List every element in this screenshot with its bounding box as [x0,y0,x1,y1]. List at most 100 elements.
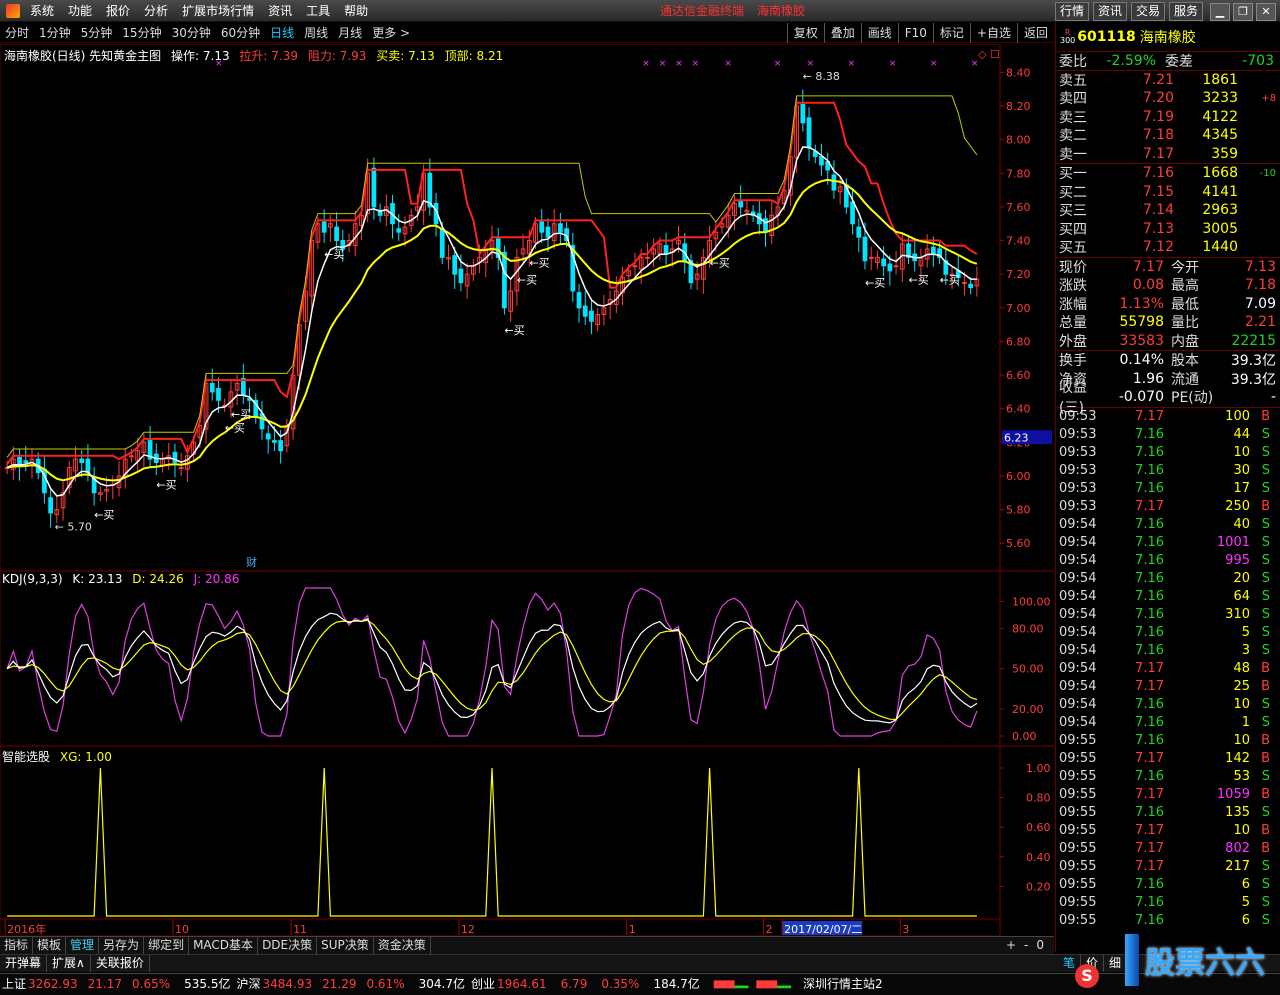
candle-body [129,455,134,458]
kdj-legend-k: K: 23.13 [72,572,123,586]
period-tab-timeshare[interactable]: 分时 [0,23,34,43]
ask-level-label: 卖一 [1059,146,1087,163]
restore-icon[interactable]: ❐ [1233,2,1253,21]
tick-direction: B [1261,661,1270,676]
mark-button[interactable]: 标记 [932,23,970,43]
close-icon[interactable]: ✕ [1256,2,1276,21]
chart-frame [0,44,1001,936]
bid-row[interactable]: 买五 7.12 1440 [1056,238,1280,257]
stat-label: 涨跌 [1059,278,1087,295]
tick-time: 09:53 [1059,499,1097,514]
quote-tab-detail[interactable]: 细 [1104,955,1128,972]
menu-item-news[interactable]: 资讯 [262,0,300,22]
menu-item-function[interactable]: 功能 [62,0,100,22]
tick-direction: B [1261,787,1270,802]
f10-button[interactable]: F10 [897,23,933,43]
kline-chart[interactable]: 8.40 8.20 8.00 7.80 7.60 7.40 7.20 7.00 6.80 6.60… [0,44,1054,936]
zoom-reset-button[interactable]: 0 [1032,937,1048,954]
zoom-in-button[interactable]: + [1002,937,1020,954]
tab-bind-to[interactable]: 绑定到 [144,937,190,954]
ask-row[interactable]: 卖二 7.18 4345 [1056,126,1280,145]
candle-body [862,236,868,262]
tick-volume: 142 [1225,751,1250,766]
stat-label: 收益(三) [1059,380,1087,417]
menu-button-market[interactable]: 行情 [1054,2,1089,21]
tab-dde[interactable]: DDE决策 [258,937,318,954]
candle-body [582,305,588,317]
ask-row[interactable]: 卖三 7.19 4122 [1056,108,1280,127]
candle-body [962,282,967,285]
watermark-logo: S 股票六六 [1075,928,1275,992]
period-tab-60min[interactable]: 60分钟 [216,23,265,43]
tab-macd[interactable]: MACD基本 [189,937,259,954]
menu-item-help[interactable]: 帮助 [338,0,376,22]
ask-row[interactable]: 卖四 7.20 3233 +8 [1056,89,1280,108]
tab-fund[interactable]: 资金决策 [374,937,431,954]
period-tab-1min[interactable]: 1分钟 [34,23,76,43]
tab-save-as[interactable]: 另存为 [99,937,145,954]
menu-button-info[interactable]: 资讯 [1092,2,1127,21]
menu-item-tools[interactable]: 工具 [300,0,338,22]
danmaku-button[interactable]: 开弹幕 [0,955,48,972]
bid-row[interactable]: 买一 7.16 1668 -10 [1056,164,1280,183]
period-tab-15min[interactable]: 15分钟 [117,23,166,43]
menu-item-extended-market[interactable]: 扩展市场行情 [176,0,262,22]
candle-body [589,310,594,322]
bid-row[interactable]: 买三 7.14 2963 [1056,201,1280,220]
menu-item-quote[interactable]: 报价 [100,0,138,22]
menu-button-trade[interactable]: 交易 [1130,2,1165,21]
bid-price: 7.13 [1142,220,1174,237]
tick-direction: B [1261,823,1270,838]
related-quote-button[interactable]: 关联报价 [91,955,150,972]
stat-value: 7.18 [1244,277,1276,294]
tick-direction: S [1261,517,1270,532]
zoom-out-button[interactable]: - [1020,937,1032,954]
tab-manage[interactable]: 管理 [66,937,100,954]
ask-volume: 359 [1211,145,1238,162]
period-tab-monthly[interactable]: 月线 [333,23,367,43]
menu-button-service[interactable]: 服务 [1168,2,1203,21]
bid-row[interactable]: 买二 7.15 4141 [1056,183,1280,202]
price-axis-label: 7.00 [1006,302,1031,315]
ask-row[interactable]: 卖一 7.17 359 [1056,145,1280,164]
add-watchlist-button[interactable]: +自选 [969,23,1017,43]
cy-index-name[interactable]: 创业 [471,974,495,995]
price-axis-label: 7.20 [1006,268,1031,281]
minimize-icon[interactable]: ▁ [1210,2,1230,21]
period-tab-daily[interactable]: 日线 [265,23,299,43]
menu-item-system[interactable]: 系统 [24,0,62,22]
overlay-button[interactable]: 叠加 [823,23,861,43]
tab-indicator[interactable]: 指标 [0,937,34,954]
tick-price: 7.16 [1135,589,1164,604]
diff-label: 委差 [1165,53,1193,70]
period-tab-30min[interactable]: 30分钟 [167,23,216,43]
tick-time: 09:54 [1059,625,1097,640]
sh-index-name[interactable]: 上证 [2,974,26,995]
candle-body [48,497,53,514]
price-axis-label: 7.40 [1006,235,1031,248]
bid-price: 7.15 [1142,183,1174,200]
tick-list[interactable]: 09:53 7.17 100 B 09:53 7.16 44 S 09:53 7.16 10 S 09:… [1056,408,1280,930]
period-tab-more[interactable]: 更多 > [367,23,415,43]
candle-body [887,263,893,272]
draw-line-button[interactable]: 画线 [860,23,898,43]
menu-bar: 系统 功能 报价 分析 扩展市场行情 资讯 工具 帮助 通达信金融终端 海南橡胶… [0,0,1280,22]
tick-volume: 20 [1233,571,1250,586]
period-tab-5min[interactable]: 5分钟 [76,23,118,43]
bid-row[interactable]: 买四 7.13 3005 [1056,220,1280,239]
ask-row[interactable]: 卖五 7.21 1861 [1056,71,1280,90]
tab-template[interactable]: 模板 [33,937,67,954]
restore-rights-button[interactable]: 复权 [786,23,824,43]
tick-time: 09:55 [1059,805,1097,820]
tick-price: 7.16 [1135,805,1164,820]
server-name[interactable]: 深圳行情主站2 [803,974,883,995]
operate-line [6,146,977,497]
tick-price: 7.17 [1135,751,1164,766]
ask-price: 7.21 [1142,71,1174,88]
period-tab-weekly[interactable]: 周线 [299,23,333,43]
sz-index-name[interactable]: 沪深 [236,974,260,995]
menu-item-analysis[interactable]: 分析 [138,0,176,22]
tab-sup[interactable]: SUP决策 [317,937,374,954]
back-button[interactable]: 返回 [1016,23,1054,43]
expand-button[interactable]: 扩展∧ [47,955,91,972]
